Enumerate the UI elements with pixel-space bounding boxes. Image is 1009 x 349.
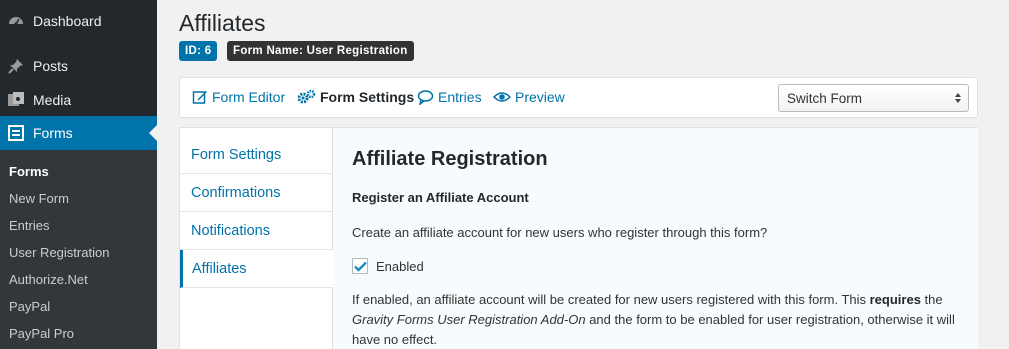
menu-item-forms[interactable]: Forms bbox=[0, 116, 157, 150]
field-title: Register an Affiliate Account bbox=[352, 190, 529, 205]
edit-icon bbox=[192, 89, 208, 105]
menu-label: Dashboard bbox=[33, 13, 102, 29]
tab-form-settings[interactable]: Form Settings bbox=[180, 136, 332, 174]
preview-link[interactable]: Preview bbox=[493, 89, 565, 105]
menu-item-dashboard[interactable]: Dashboard bbox=[0, 4, 157, 38]
menu-item-posts[interactable]: Posts bbox=[0, 49, 157, 83]
menu-label: Forms bbox=[33, 125, 73, 141]
menu-label: Posts bbox=[33, 58, 69, 74]
forms-icon bbox=[6, 123, 26, 143]
entries-label: Entries bbox=[438, 89, 482, 105]
tab-confirmations[interactable]: Confirmations bbox=[180, 174, 332, 212]
gears-icon bbox=[297, 89, 316, 105]
affiliate-settings-content: Affiliate Registration Register an Affil… bbox=[332, 128, 978, 349]
help-text-italic: Gravity Forms User Registration Add-On bbox=[352, 312, 586, 327]
form-name-badge: Form Name: User Registration bbox=[227, 41, 414, 61]
submenu-item-user-registration[interactable]: User Registration bbox=[9, 245, 109, 260]
submenu-item-paypal-pro[interactable]: PayPal Pro bbox=[9, 326, 74, 341]
forms-submenu: Forms New Form Entries User Registration… bbox=[0, 150, 157, 349]
submenu-item-entries[interactable]: Entries bbox=[9, 218, 49, 233]
form-toolbar: Form Editor Form Settings Entries Previe… bbox=[179, 77, 978, 118]
enabled-checkbox[interactable] bbox=[352, 258, 368, 274]
settings-tabs: Form Settings Confirmations Notification… bbox=[180, 128, 333, 349]
entries-link[interactable]: Entries bbox=[417, 89, 482, 105]
form-editor-link[interactable]: Form Editor bbox=[192, 89, 285, 105]
affiliate-help-text: If enabled, an affiliate account will be… bbox=[352, 290, 962, 349]
help-text-part: If enabled, an affiliate account will be… bbox=[352, 292, 870, 307]
enabled-checkbox-row[interactable]: Enabled bbox=[352, 258, 424, 274]
submenu-item-forms[interactable]: Forms bbox=[9, 164, 49, 179]
speech-bubble-icon bbox=[417, 89, 434, 105]
form-settings-label: Form Settings bbox=[320, 89, 415, 105]
media-icon bbox=[6, 90, 26, 110]
submenu-item-paypal[interactable]: PayPal bbox=[9, 299, 50, 314]
submenu-item-new-form[interactable]: New Form bbox=[9, 191, 69, 206]
admin-sidebar: Dashboard Posts Media Forms Forms New Fo… bbox=[0, 0, 157, 349]
tab-affiliates[interactable]: Affiliates bbox=[180, 250, 333, 288]
form-settings-link[interactable]: Form Settings bbox=[297, 89, 414, 105]
pin-icon bbox=[6, 56, 26, 76]
menu-label: Media bbox=[33, 92, 72, 108]
help-text-part: the bbox=[920, 292, 943, 307]
menu-item-media[interactable]: Media bbox=[0, 83, 157, 117]
tab-notifications[interactable]: Notifications bbox=[180, 212, 332, 250]
form-id-badge: ID: 6 bbox=[179, 41, 218, 61]
section-heading: Affiliate Registration bbox=[352, 148, 548, 170]
page-title: Affiliates bbox=[179, 10, 266, 36]
enabled-label: Enabled bbox=[376, 258, 424, 274]
submenu-item-authorize-net[interactable]: Authorize.Net bbox=[9, 272, 88, 287]
field-description: Create an affiliate account for new user… bbox=[352, 225, 768, 240]
switch-form-select[interactable]: Switch Form bbox=[778, 84, 969, 112]
dashboard-icon bbox=[6, 11, 26, 31]
eye-icon bbox=[493, 89, 511, 105]
preview-label: Preview bbox=[515, 89, 565, 105]
help-text-bold: requires bbox=[869, 292, 921, 307]
form-editor-label: Form Editor bbox=[212, 89, 286, 105]
checkmark-icon bbox=[353, 261, 367, 272]
select-arrows-icon bbox=[954, 92, 962, 104]
settings-panel: Form Settings Confirmations Notification… bbox=[179, 127, 978, 349]
switch-form-label: Switch Form bbox=[787, 90, 863, 106]
